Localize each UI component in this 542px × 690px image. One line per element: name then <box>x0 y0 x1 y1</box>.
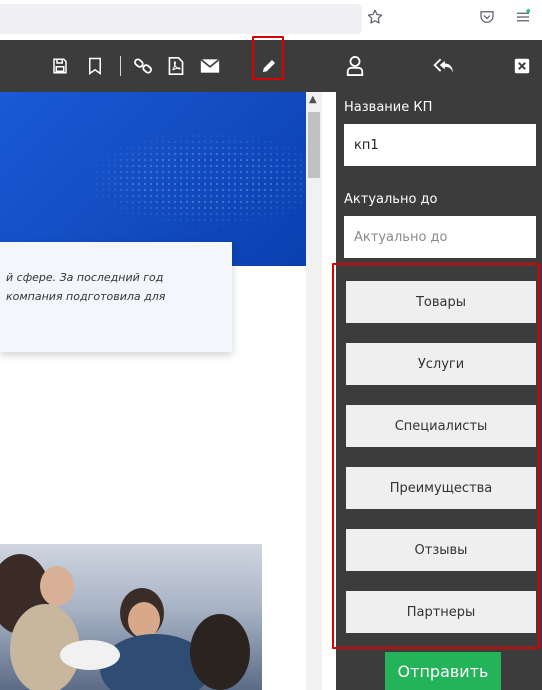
scrollbar-thumb[interactable] <box>308 112 320 178</box>
date-label: Актуально до <box>344 192 438 207</box>
editor-toolbar <box>0 36 542 92</box>
mail-icon[interactable] <box>198 54 222 78</box>
link-icon[interactable] <box>131 54 155 78</box>
close-icon[interactable] <box>510 54 534 78</box>
sections-highlight <box>332 263 540 649</box>
intro-text-card: й сфере. За последний год компания подго… <box>0 242 232 352</box>
toolbar-divider <box>120 56 121 76</box>
dotted-map-graphic <box>40 97 320 262</box>
card-text-line: компания подготовила для <box>6 290 166 303</box>
team-photo <box>0 544 262 690</box>
bookmark-icon[interactable] <box>83 54 107 78</box>
star-outline-icon[interactable] <box>366 8 384 31</box>
title-input[interactable]: кп1 <box>344 124 536 166</box>
edit-button-highlight <box>252 36 284 80</box>
title-label: Название КП <box>344 100 433 115</box>
vertical-scrollbar[interactable]: ▲ <box>306 92 322 690</box>
date-input[interactable]: Актуально до <box>344 216 536 258</box>
save-icon[interactable] <box>48 54 72 78</box>
hero-banner <box>0 92 322 266</box>
submit-button[interactable]: Отправить <box>385 652 501 690</box>
browser-bar <box>0 0 542 40</box>
user-icon[interactable] <box>343 54 367 78</box>
reply-all-icon[interactable] <box>432 54 456 78</box>
pocket-icon[interactable] <box>478 8 496 31</box>
card-text-line: й сфере. За последний год <box>6 271 164 284</box>
scroll-up-arrow-icon[interactable]: ▲ <box>309 94 317 105</box>
hamburger-menu-icon[interactable] <box>514 8 532 31</box>
address-bar[interactable] <box>0 4 362 34</box>
pdf-icon[interactable] <box>164 54 188 78</box>
document-preview: й сфере. За последний год компания подго… <box>0 92 322 690</box>
